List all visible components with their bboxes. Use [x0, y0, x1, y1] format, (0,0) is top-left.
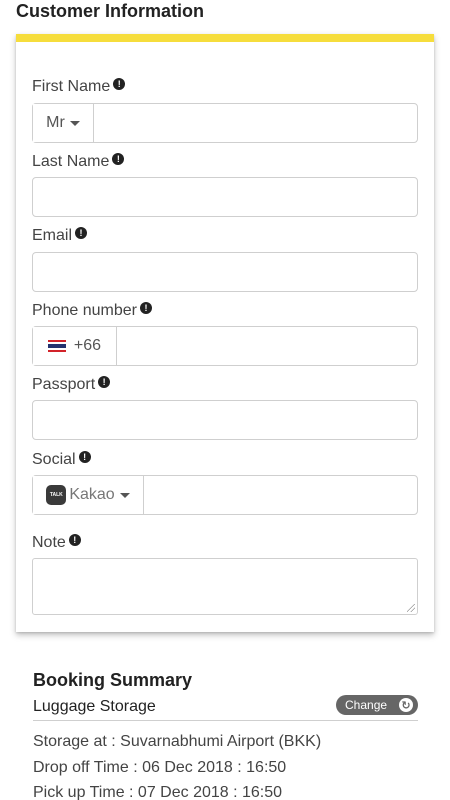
info-icon[interactable]: !: [139, 302, 152, 314]
country-code-select[interactable]: +66: [33, 327, 117, 365]
pick-up-time: Pick up Time : 07 Dec 2018 : 16:50: [33, 784, 283, 800]
email-input[interactable]: [32, 252, 418, 292]
refresh-icon: ↻: [399, 698, 413, 712]
last-name-label-text: Last Name: [32, 153, 110, 170]
customer-form-card: First Name ! Mr Last Name ! Email ! Phon…: [16, 34, 434, 632]
resize-grip-icon[interactable]: [407, 604, 415, 612]
note-label: Note !: [32, 534, 81, 552]
last-name-label: Last Name !: [32, 153, 125, 171]
country-code-value: +66: [73, 337, 102, 354]
passport-input[interactable]: [32, 400, 418, 440]
note-label-text: Note: [32, 534, 66, 551]
last-name-input[interactable]: [32, 177, 418, 217]
info-icon[interactable]: !: [98, 376, 111, 388]
email-label: Email !: [32, 227, 88, 245]
social-platform-select[interactable]: TALK Kakao: [33, 476, 144, 514]
info-icon[interactable]: !: [112, 153, 125, 165]
info-icon[interactable]: !: [75, 227, 88, 239]
info-icon[interactable]: !: [78, 451, 91, 463]
service-name: Luggage Storage: [33, 698, 156, 715]
phone-input[interactable]: [117, 327, 417, 365]
booking-summary-title: Booking Summary: [33, 670, 193, 690]
change-button-label: Change: [345, 698, 388, 712]
thailand-flag-icon: [47, 340, 66, 352]
email-label-text: Email: [32, 227, 73, 244]
social-field: TALK Kakao: [32, 475, 418, 515]
section-title: Customer Information: [16, 1, 205, 21]
note-textarea[interactable]: [32, 558, 418, 615]
change-button[interactable]: Change ↻: [336, 695, 418, 715]
info-icon[interactable]: !: [113, 78, 126, 90]
first-name-label: First Name !: [32, 78, 126, 96]
phone-label: Phone number !: [32, 302, 152, 320]
caret-down-icon: [69, 120, 80, 126]
phone-label-text: Phone number: [32, 302, 137, 319]
summary-divider: [33, 720, 418, 721]
passport-label-text: Passport: [32, 376, 96, 393]
social-platform-value: Kakao: [69, 486, 115, 503]
social-label: Social !: [32, 451, 91, 469]
social-label-text: Social: [32, 451, 76, 468]
first-name-input[interactable]: [94, 104, 417, 142]
title-select-value: Mr: [46, 114, 65, 131]
kakao-talk-icon: TALK: [46, 485, 67, 505]
phone-field: +66: [32, 326, 418, 366]
title-select[interactable]: Mr: [33, 104, 94, 142]
info-icon[interactable]: !: [68, 534, 81, 546]
storage-location: Storage at : Suvarnabhumi Airport (BKK): [33, 733, 322, 750]
passport-label: Passport !: [32, 376, 111, 394]
first-name-label-text: First Name: [32, 78, 111, 95]
first-name-field: Mr: [32, 103, 418, 143]
caret-down-icon: [119, 492, 130, 498]
drop-off-time: Drop off Time : 06 Dec 2018 : 16:50: [33, 759, 287, 776]
social-id-input[interactable]: [144, 476, 417, 514]
